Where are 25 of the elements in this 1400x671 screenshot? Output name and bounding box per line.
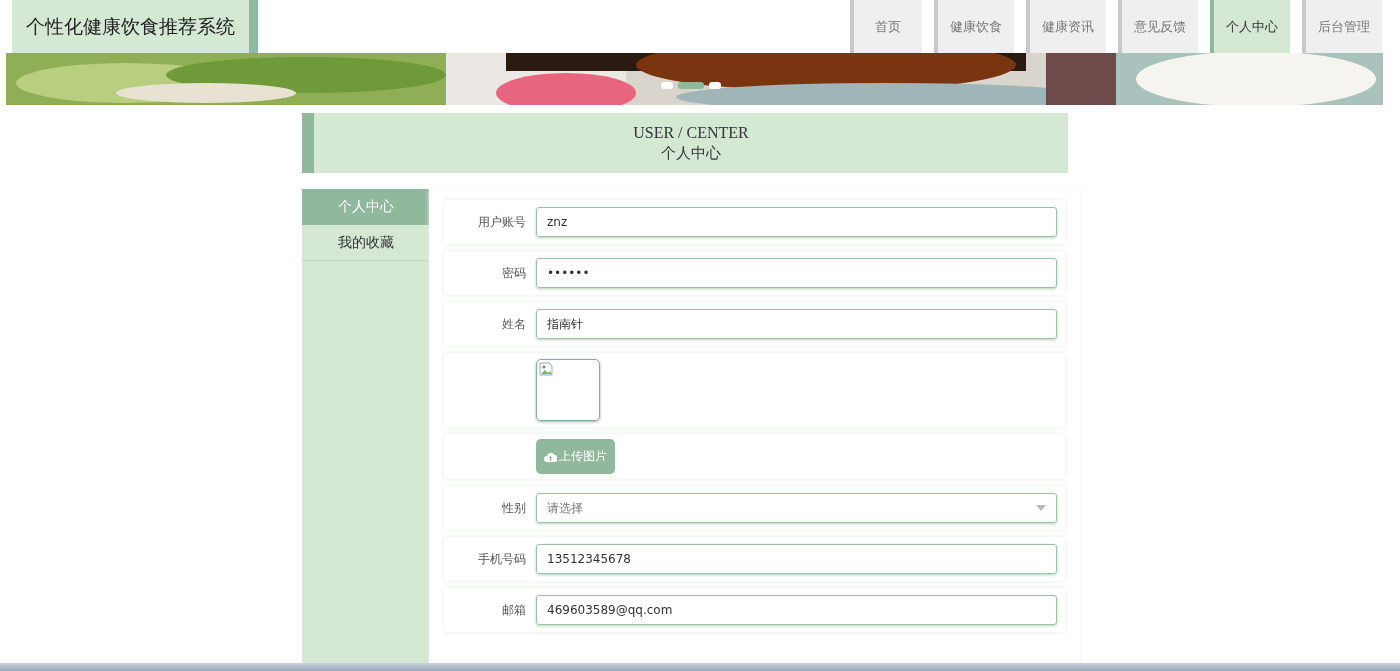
select-field[interactable]: 请选择: [536, 493, 1057, 523]
nav-tab[interactable]: 健康资讯: [1026, 0, 1106, 53]
title-english: USER / CENTER: [632, 123, 750, 143]
nav-tab[interactable]: 首页: [850, 0, 922, 53]
page-heading: 个人中心: [660, 144, 722, 163]
input-field[interactable]: 指南针: [536, 309, 1057, 339]
field-label: 性别: [501, 499, 527, 517]
site-title: 个性化健康饮食推荐系统: [12, 0, 258, 53]
field-label: 手机号码: [477, 550, 527, 568]
broken-image-icon: [539, 362, 553, 376]
caret-icon: [1036, 505, 1046, 511]
nav-tab[interactable]: 健康饮食: [934, 0, 1014, 53]
field-label: 密码: [501, 264, 527, 282]
input-field[interactable]: 13512345678: [536, 544, 1057, 574]
field-label: 邮箱: [501, 601, 527, 619]
menu-item[interactable]: 我的收藏: [302, 225, 429, 261]
field-label: 姓名: [501, 315, 527, 333]
field-label: 用户账号: [477, 213, 527, 231]
input-field[interactable]: ••••••: [536, 258, 1057, 288]
nav-tab[interactable]: 后台管理: [1302, 0, 1382, 53]
nav-tab[interactable]: 个人中心: [1210, 0, 1290, 53]
cloud-upload-icon: [544, 451, 557, 462]
nav-tab[interactable]: 意见反馈: [1118, 0, 1198, 53]
input-field[interactable]: znz: [536, 207, 1057, 237]
input-field[interactable]: 469603589@qq.com: [536, 595, 1057, 625]
